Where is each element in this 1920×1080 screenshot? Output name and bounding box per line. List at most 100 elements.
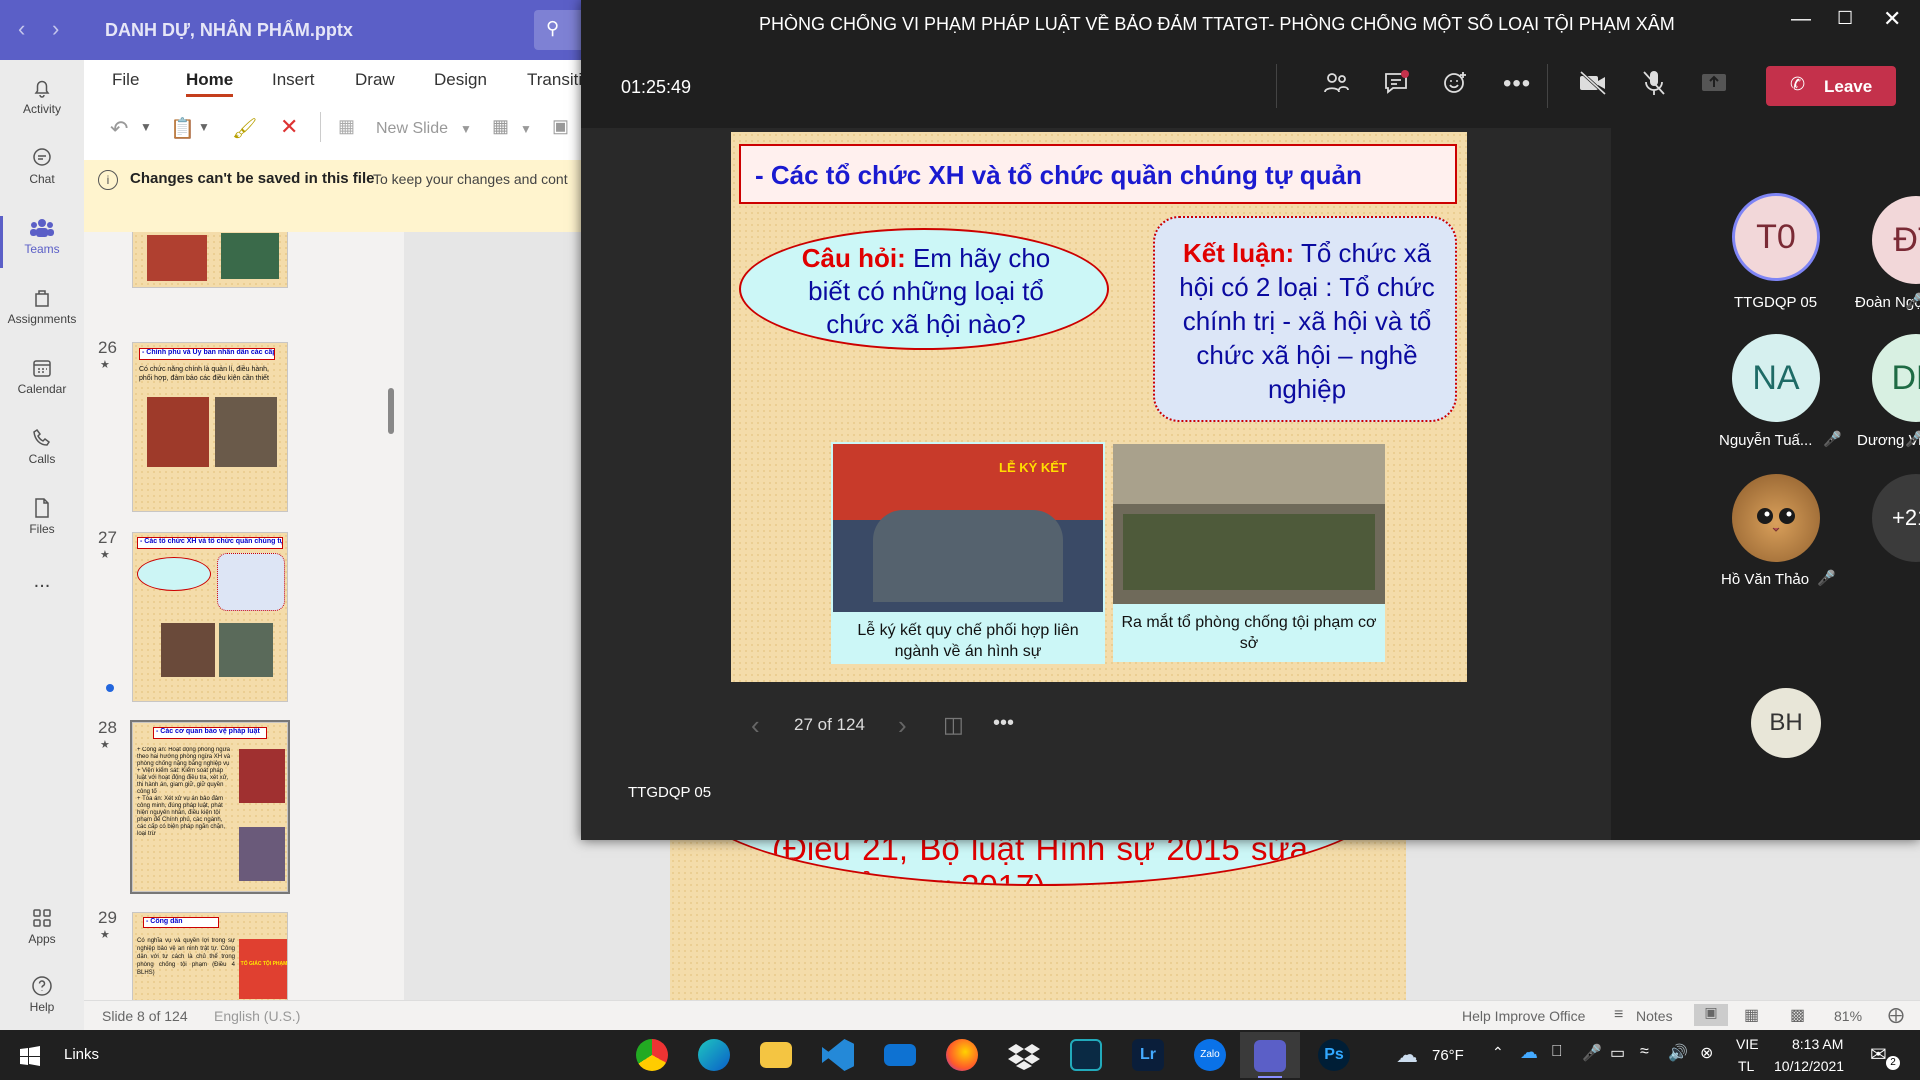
file-explorer-icon[interactable] [760,1042,792,1068]
next-slide-icon[interactable]: › [898,710,907,741]
rail-chat[interactable]: Chat [0,140,84,204]
slide-sorter-icon[interactable]: ▦ [1744,1005,1759,1025]
thumbnail-scrollbar[interactable] [388,388,394,434]
input-language[interactable]: VIE [1736,1036,1759,1052]
new-slide-button[interactable]: New Slide [376,120,448,138]
weather-temp[interactable]: 76°F [1432,1047,1464,1064]
tab-draw[interactable]: Draw [355,70,395,90]
camera-off-icon[interactable] [1577,68,1609,98]
help-improve-office[interactable]: Help Improve Office [1462,1008,1585,1024]
slide-thumbnail-27[interactable]: - Các tổ chức XH và tổ chức quần chúng t… [132,532,288,702]
mail-icon[interactable] [884,1044,916,1066]
photoshop-icon[interactable]: Ps [1318,1039,1350,1071]
minimize-icon[interactable]: — [1791,8,1811,31]
fit-slide-icon[interactable]: ⨁ [1888,1005,1904,1025]
participants-icon[interactable] [1321,68,1351,98]
delete-icon[interactable]: ✕ [280,114,298,140]
onedrive-icon[interactable]: ☁ [1520,1042,1538,1063]
participant-avatar[interactable]: NA [1732,334,1820,422]
dropbox-icon[interactable] [1008,1042,1040,1070]
wifi-icon[interactable]: ≈ [1640,1043,1649,1061]
tab-transitions[interactable]: Transiti [527,70,582,90]
microphone-icon[interactable]: 🎤 [1582,1043,1602,1063]
input-method[interactable]: TL [1738,1058,1754,1074]
participant-avatar[interactable]: T0 [1732,193,1820,281]
forward-arrow-icon[interactable]: › [52,16,59,42]
self-avatar[interactable]: BH [1751,688,1821,758]
more-participants-count[interactable]: +211 [1872,474,1920,562]
rail-teams[interactable]: Teams [0,210,84,274]
chevron-down-icon[interactable]: ▼ [140,120,152,134]
rail-calls[interactable]: Calls [0,420,84,484]
tab-home[interactable]: Home [186,70,234,97]
rail-assignments[interactable]: Assignments [0,280,84,344]
vscode-icon[interactable] [822,1039,854,1071]
avatar-initials: DH [1891,358,1920,397]
teams-taskbar-active[interactable] [1240,1032,1300,1078]
slide-more-icon[interactable]: ••• [993,712,1014,735]
chevron-down-icon[interactable]: ▼ [460,122,472,136]
rail-more[interactable]: ... [0,570,84,600]
undo-icon[interactable]: ↶ [110,116,128,142]
paste-icon[interactable]: 📋 [170,116,195,141]
lightroom-icon[interactable]: Lr [1132,1039,1164,1071]
volume-icon[interactable]: 🔊 [1668,1043,1688,1063]
thumbnail-poster: TỐ GIÁC TỘI PHẠM [239,939,287,999]
zalo-icon[interactable]: Zalo [1194,1039,1226,1071]
reactions-icon[interactable] [1441,68,1471,98]
language-indicator[interactable]: English (U.S.) [214,1008,300,1024]
more-options-icon[interactable]: ••• [1503,70,1531,98]
rail-activity[interactable]: Activity [0,70,84,134]
mic-off-icon[interactable] [1639,68,1669,98]
slide-grid-icon[interactable]: ◫ [943,712,964,738]
reading-view-icon[interactable]: ▩ [1790,1005,1805,1025]
normal-view-icon[interactable]: ▣ [1694,1004,1728,1026]
app-tile-icon[interactable] [1070,1039,1102,1071]
chevron-up-icon[interactable]: ⌃ [1492,1044,1504,1061]
battery-icon[interactable]: ▭ [1610,1043,1625,1063]
slide-thumbnail-25[interactable] [132,232,288,288]
chrome-icon[interactable] [636,1039,668,1071]
participant-avatar-cat-photo[interactable] [1732,474,1820,562]
rail-files[interactable]: Files [0,490,84,554]
maximize-icon[interactable]: ☐ [1837,8,1853,29]
close-icon[interactable]: ✕ [1883,6,1901,32]
windows-start-icon[interactable] [20,1046,40,1066]
slide-thumbnail-29[interactable]: - Công dân Có nghĩa vụ và quyền lợi tron… [132,912,288,1000]
slide-thumbnail-28[interactable]: - Các cơ quan bảo vệ pháp luật + Công an… [132,722,288,892]
format-painter-icon[interactable]: 🖌 [232,116,257,141]
chat-icon[interactable] [1381,68,1411,98]
previous-slide-icon[interactable]: ‹ [751,710,760,741]
usb-icon[interactable]: ⎕ [1552,1043,1562,1061]
leave-button[interactable]: ✆ Leave [1766,66,1896,106]
participant-avatar[interactable]: DH [1872,334,1920,422]
chevron-down-icon[interactable]: ▼ [198,120,210,134]
links-toolbar[interactable]: Links [64,1046,99,1063]
tab-insert[interactable]: Insert [272,70,315,90]
muted-mic-icon: 🎤 [1817,570,1836,587]
close-circle-icon[interactable]: ⊗ [1700,1043,1713,1063]
notes-button[interactable]: Notes [1636,1008,1673,1024]
zoom-level[interactable]: 81% [1834,1008,1862,1024]
clock-time[interactable]: 8:13 AM [1792,1036,1843,1052]
rail-calendar[interactable]: Calendar [0,350,84,414]
thumbnail-title: - Các tổ chức XH và tổ chức quần chúng t… [137,537,283,549]
chevron-down-icon[interactable]: ▼ [520,122,532,136]
notes-icon[interactable]: ≡ [1614,1006,1623,1024]
edge-icon[interactable] [698,1039,730,1071]
rail-help[interactable]: Help [0,968,84,1032]
participants-panel: T0 TTGDQP 05 ĐT Đoàn Ngọc ... 🎤 NA Nguyễ… [1611,128,1920,840]
notification-icon[interactable]: ✉ [1870,1042,1887,1067]
tab-file[interactable]: File [112,70,139,90]
participant-avatar[interactable]: ĐT [1872,196,1920,284]
share-screen-icon[interactable] [1699,68,1729,98]
firefox-icon[interactable] [946,1039,978,1071]
new-slide-icon[interactable]: ▦ [338,116,355,137]
picture-icon[interactable]: ▣ [552,116,569,137]
tab-design[interactable]: Design [434,70,487,90]
clock-date[interactable]: 10/12/2021 [1774,1058,1844,1074]
back-arrow-icon[interactable]: ‹ [18,16,25,42]
layout-icon[interactable]: ▦ [492,116,509,137]
slide-thumbnail-26[interactable]: - Chính phủ và Ủy ban nhân dân các cấp C… [132,342,288,512]
rail-apps[interactable]: Apps [0,900,84,964]
